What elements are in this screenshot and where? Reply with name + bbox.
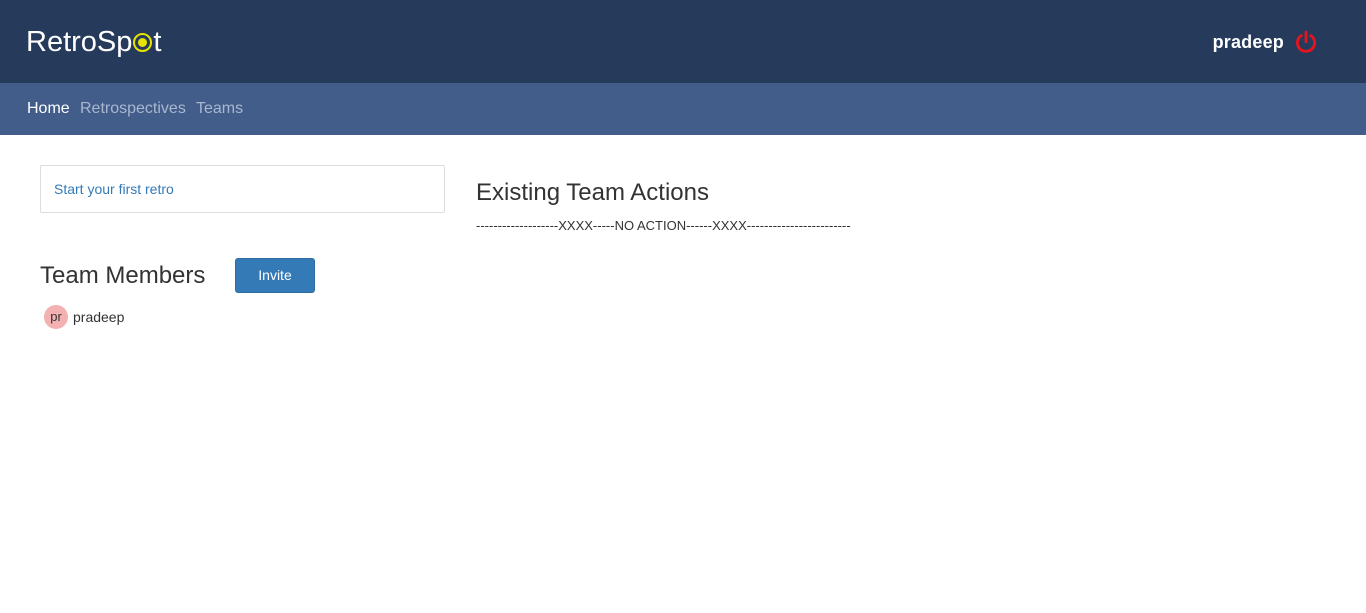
existing-actions-empty-text: -------------------XXXX-----NO ACTION---… — [476, 218, 851, 233]
invite-button[interactable]: Invite — [235, 258, 315, 293]
team-member-name: pradeep — [73, 309, 125, 325]
team-member-item: pr pradeep — [44, 305, 124, 329]
nav-item-retrospectives[interactable]: Retrospectives — [80, 99, 186, 119]
logo-text-suffix: t — [153, 26, 162, 58]
top-header: RetroSp t pradeep — [0, 0, 1366, 83]
app-logo[interactable]: RetroSp t — [26, 24, 161, 60]
main-nav: Home Retrospectives Teams — [0, 83, 1366, 135]
nav-item-teams[interactable]: Teams — [196, 99, 243, 119]
avatar: pr — [44, 305, 68, 329]
logo-text-prefix: RetroSp — [26, 26, 133, 58]
power-icon-graphic — [1296, 30, 1316, 53]
start-retro-link[interactable]: Start your first retro — [54, 181, 174, 197]
existing-actions-heading: Existing Team Actions — [476, 179, 710, 206]
team-members-heading: Team Members — [40, 262, 206, 289]
username[interactable]: pradeep — [1213, 32, 1284, 53]
start-retro-panel: Start your first retro — [40, 165, 445, 213]
power-icon[interactable] — [1294, 30, 1318, 54]
nav-item-home[interactable]: Home — [27, 99, 70, 119]
logo-target-icon — [133, 33, 153, 52]
user-menu: pradeep — [1213, 29, 1318, 55]
